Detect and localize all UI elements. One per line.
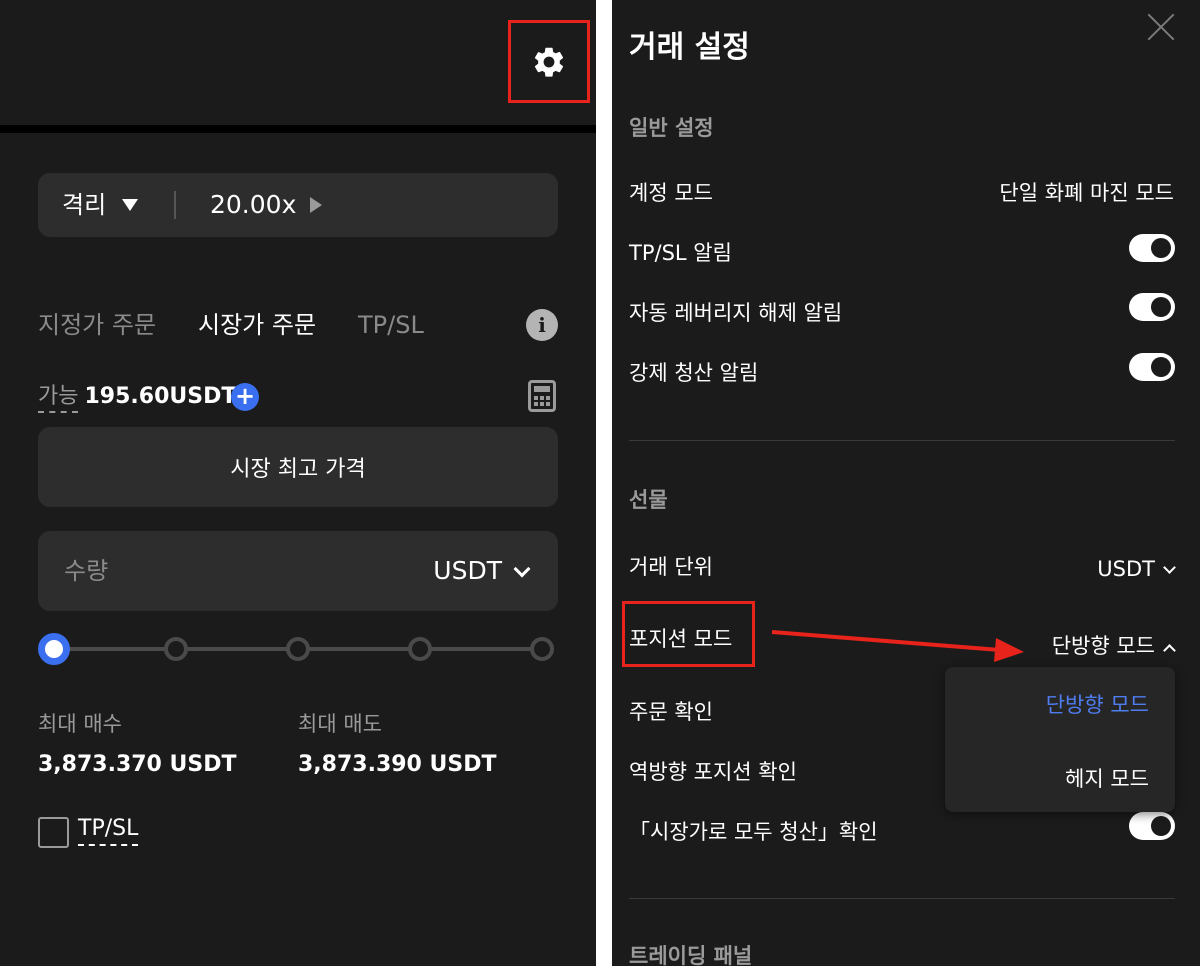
option-hedge-mode[interactable]: 헤지 모드 [1065,763,1149,793]
reverse-position-confirm-label: 역방향 포지션 확인 [629,760,797,784]
tpsl-alert-label: TP/SL 알림 [629,241,732,265]
leverage-button[interactable]: 20.00x [210,173,296,237]
panel-header [0,0,596,125]
trade-settings-panel: 거래 설정 일반 설정 계정 모드 단일 화폐 마진 모드 TP/SL 알림 자… [612,0,1200,966]
option-one-way-mode[interactable]: 단방향 모드 [1046,689,1149,719]
position-mode-value: 단방향 모드 [1051,634,1155,658]
futures-heading: 선물 [629,488,668,512]
chevron-down-icon [1163,561,1176,574]
settings-title: 거래 설정 [629,30,750,65]
add-funds-icon[interactable]: + [231,383,259,411]
close-icon[interactable] [1146,12,1176,42]
triangle-down-icon [122,199,138,211]
slider-handle[interactable] [38,633,70,665]
market-price-field[interactable]: 시장 최고 가격 [38,427,558,507]
account-mode-value[interactable]: 단일 화폐 마진 모드 [999,177,1174,207]
quantity-input[interactable]: 수량 USDT [38,531,558,611]
slider-stop-75[interactable] [408,637,432,661]
trade-unit-select[interactable]: USDT [1097,557,1176,581]
divider [174,191,176,219]
margin-mode-dropdown[interactable]: 격리 [62,173,106,237]
auto-deleverage-alert-label: 자동 레버리지 해제 알림 [629,301,843,325]
tpsl-checkbox-label[interactable]: TP/SL [78,816,139,846]
liquidation-alert-label: 강제 청산 알림 [629,361,759,385]
available-label[interactable]: 가능 [38,384,79,413]
section-divider [629,440,1175,441]
close-all-confirm-label: 「시장가로 모두 청산」확인 [629,820,878,844]
max-sell-value: 3,873.390 USDT [298,752,497,777]
quantity-placeholder: 수량 [64,557,109,585]
tab-tpsl[interactable]: TP/SL [358,305,424,345]
liquidation-alert-toggle[interactable] [1129,353,1175,381]
trading-panel: 격리 20.00x 지정가 주문 시장가 주문 TP/SL i 가능 195.60… [0,0,596,966]
position-mode-dropdown: 단방향 모드 헤지 모드 [945,667,1175,812]
chevron-down-icon [513,560,531,578]
tpsl-alert-toggle[interactable] [1129,234,1175,262]
available-value: 195.60USDT [84,384,237,409]
trade-unit-value: USDT [1097,557,1155,581]
auto-deleverage-alert-toggle[interactable] [1129,293,1175,321]
general-settings-heading: 일반 설정 [629,116,714,140]
position-mode-select[interactable]: 단방향 모드 [1051,630,1176,660]
max-buy-label: 최대 매수 [38,712,122,736]
close-all-confirm-toggle[interactable] [1129,812,1175,840]
settings-button[interactable] [508,20,590,103]
section-divider [629,898,1175,899]
slider-stop-25[interactable] [164,637,188,661]
position-mode-label: 포지션 모드 [629,627,733,651]
available-balance: 가능 195.60USDT [38,380,236,414]
trade-unit-label: 거래 단위 [629,555,713,579]
header-divider [0,125,596,133]
account-mode-label: 계정 모드 [629,181,713,205]
tab-limit-order[interactable]: 지정가 주문 [38,305,156,345]
max-buy-value: 3,873.370 USDT [38,752,237,777]
slider-stop-50[interactable] [286,637,310,661]
slider-stop-100[interactable] [530,637,554,661]
trading-panel-heading: 트레이딩 패널 [629,944,753,966]
info-icon[interactable]: i [526,309,558,341]
tpsl-checkbox[interactable] [38,817,69,848]
chevron-up-icon [1163,644,1176,657]
max-sell-label: 최대 매도 [298,712,382,736]
triangle-right-icon [310,197,322,213]
tab-market-order[interactable]: 시장가 주문 [198,305,316,345]
calculator-icon[interactable] [528,380,556,412]
gear-icon [534,47,564,77]
order-confirm-label: 주문 확인 [629,700,713,724]
margin-leverage-selector: 격리 20.00x [38,173,558,237]
quantity-unit-select[interactable]: USDT [433,531,502,611]
